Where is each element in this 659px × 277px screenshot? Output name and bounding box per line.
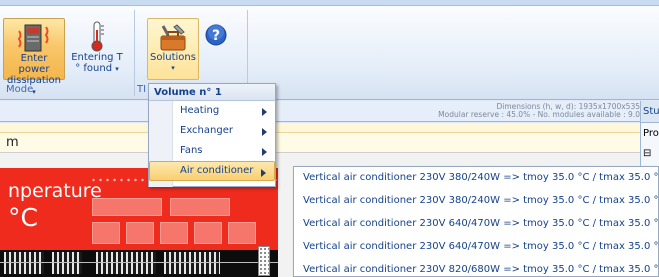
submenu-item[interactable]: Vertical air conditioner 230V 640/470W =… <box>294 213 658 236</box>
ribbon-tab-strip <box>0 0 659 6</box>
rail-line <box>0 262 278 263</box>
component-block <box>126 222 154 244</box>
side-panel-header: Stu <box>641 101 659 123</box>
solutions-menu: Volume n° 1 Heating Exchanger Fans Air c… <box>148 83 276 187</box>
submenu-arrow-icon <box>261 169 266 177</box>
chevron-down-icon: ▾ <box>115 65 119 73</box>
terminal-block <box>96 252 156 274</box>
component-block <box>228 222 256 244</box>
component-block <box>160 222 188 244</box>
modular-reserve-text: Modular reserve : 45.0% - No. modules av… <box>438 110 640 119</box>
app-window: Enter power dissipation ▾ Entering T ° f… <box>0 0 659 277</box>
menu-item-air-conditioner[interactable]: Air conditioner <box>149 161 275 181</box>
help-button[interactable]: ? <box>205 24 229 48</box>
temperature-label: nperature <box>8 180 102 202</box>
submenu-item[interactable]: Vertical air conditioner 230V 380/240W =… <box>294 190 658 213</box>
collapse-icon[interactable]: ⊟ <box>641 143 659 163</box>
chevron-down-icon: ▾ <box>171 64 175 72</box>
info-bar: Dimensions (h, w, d): 1935x1700x535 Modu… <box>0 101 640 122</box>
solutions-label: Solutions <box>150 52 196 63</box>
terminal-block <box>52 252 82 274</box>
submenu-arrow-icon <box>262 108 267 116</box>
component-block <box>170 198 230 216</box>
terminal-block <box>164 252 220 274</box>
ribbon: Enter power dissipation ▾ Entering T ° f… <box>0 0 659 100</box>
power-dissipation-icon <box>17 21 51 53</box>
terminal-block <box>4 252 44 274</box>
submenu-item[interactable]: Vertical air conditioner 230V 820/680W =… <box>294 259 658 277</box>
enter-power-label-1: Enter power <box>18 53 50 75</box>
menu-item-exchanger[interactable]: Exchanger <box>149 121 275 141</box>
workspace-top-strip <box>0 123 640 133</box>
entering-t-found-button[interactable]: Entering T ° found ▾ <box>66 18 128 80</box>
menu-item-label: Heating <box>180 105 220 116</box>
mode-group-label: Mode <box>6 84 34 95</box>
menu-item-label: Fans <box>180 145 203 156</box>
group-separator <box>134 10 135 96</box>
svg-text:?: ? <box>212 28 220 44</box>
component-block <box>92 198 162 216</box>
menu-item-heating[interactable]: Heating <box>149 101 275 121</box>
entering-t-label-2: ° found ▾ <box>75 63 119 74</box>
ti-group-label: TI <box>137 84 147 95</box>
submenu-item[interactable]: Vertical air conditioner 230V 640/470W =… <box>294 236 658 259</box>
workspace-title: m <box>0 133 640 153</box>
menu-header: Volume n° 1 <box>149 84 275 101</box>
thermometer-icon <box>87 20 107 52</box>
help-icon: ? <box>205 24 229 46</box>
submenu-arrow-icon <box>262 128 267 136</box>
menu-item-label: Air conditioner <box>180 165 254 176</box>
solutions-button[interactable]: Solutions ▾ <box>147 18 199 80</box>
menu-item-label: Exchanger <box>180 125 233 136</box>
submenu-item[interactable]: Vertical air conditioner 230V 380/240W =… <box>294 167 658 190</box>
side-panel-row[interactable]: Pro <box>641 123 659 143</box>
component-block <box>194 222 222 244</box>
dimensions-readout: Dimensions (h, w, d): 1935x1700x535 Modu… <box>438 103 640 119</box>
menu-item-fans[interactable]: Fans <box>149 141 275 161</box>
submenu-arrow-icon <box>262 148 267 156</box>
air-conditioner-submenu: Vertical air conditioner 230V 380/240W =… <box>293 166 659 277</box>
toolbox-icon <box>157 22 189 52</box>
component-block <box>92 222 120 244</box>
side-grid-box <box>258 246 270 276</box>
entering-t-label-1: Entering T <box>71 52 123 63</box>
enter-power-dissipation-button[interactable]: Enter power dissipation ▾ <box>3 18 65 96</box>
temperature-value: °C <box>8 203 38 232</box>
